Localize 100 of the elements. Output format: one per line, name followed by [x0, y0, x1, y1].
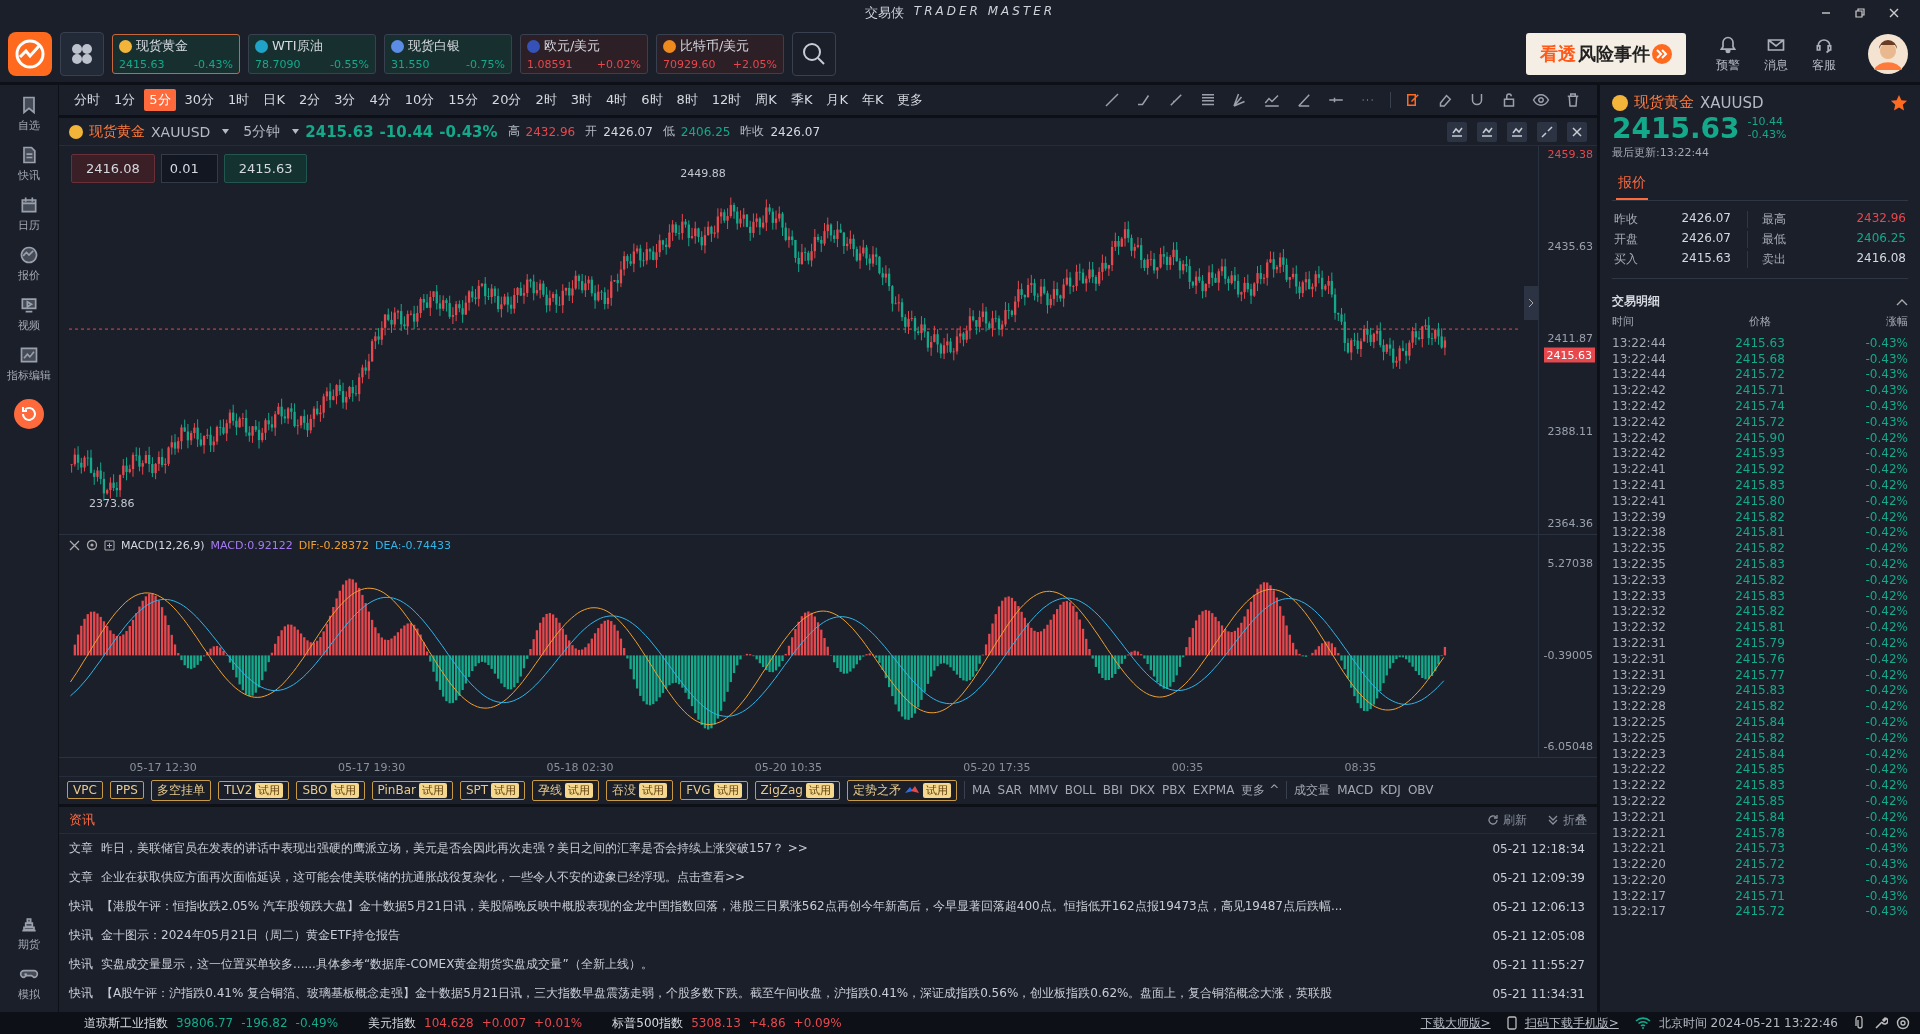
news-item[interactable]: 文章 企业在获取供应方面再次面临延误，这可能会使美联储的抗通胀战役复杂化，一些令人不安的迹象已经浮现。点击查看>> 05-21 12:09:39: [59, 863, 1597, 892]
indicator-tag[interactable]: 吞没 试用: [606, 779, 674, 801]
close-icon[interactable]: [1888, 7, 1900, 19]
indicator-link[interactable]: 更多 ^: [1241, 781, 1280, 799]
search-button[interactable]: [792, 32, 836, 76]
period-tab[interactable]: 周K: [750, 89, 782, 111]
indicator-tag[interactable]: VPC: [67, 781, 103, 800]
chart-option-icon[interactable]: [1477, 121, 1497, 142]
period-tab[interactable]: 8时: [671, 89, 703, 111]
period-tab[interactable]: 分时: [69, 89, 105, 111]
period-tab[interactable]: 2时: [530, 89, 562, 111]
period-tab[interactable]: 2分: [293, 89, 326, 111]
symbol-code[interactable]: XAUUSD: [151, 123, 211, 140]
indicator-tag[interactable]: PinBar 试用: [371, 780, 453, 800]
news-item[interactable]: 文章 昨日，美联储官员在发表的讲话中表现出强硬的鹰派立场，美元是否会因此再次走强？美日之间的汇率是否会持续上涨突破157？ >> 05-21 12:18:34: [59, 834, 1597, 863]
period-tab[interactable]: 季K: [785, 89, 818, 111]
chart-tool-icon[interactable]: [1404, 91, 1422, 109]
chart-tool-icon[interactable]: [1532, 91, 1550, 109]
indicator-link[interactable]: OBV: [1407, 783, 1434, 798]
indicator-tag[interactable]: PPS: [109, 781, 144, 800]
attachment-icon[interactable]: [1854, 1016, 1866, 1030]
indicator-link[interactable]: MMV: [1028, 783, 1058, 798]
period-tab[interactable]: 1时: [223, 89, 255, 111]
lot-size-field[interactable]: 0.01: [160, 154, 218, 184]
expand-icon[interactable]: [104, 539, 115, 551]
caret-icon[interactable]: [292, 129, 300, 135]
news-item[interactable]: 快讯 【A股午评：沪指跌0.41% 复合铜箔、玻璃基板概念走强】金十数据5月21日讯，三大指数早盘震荡走弱，个股多数下跌。截至午间收盘，沪指跌0.41%，深证成指跌0.56%，创业板指跌0.62%。盘面上，复合铜箔概念大涨，英联股 05-21 11:34:31: [59, 979, 1597, 1008]
indicator-link[interactable]: 成交量: [1294, 781, 1331, 799]
period-tab[interactable]: 4时: [600, 89, 633, 111]
mobile-download-link[interactable]: 扫码下载手机版>: [1524, 1014, 1619, 1032]
news-item[interactable]: 快讯 实盘成交量显示，这一位置买单较多......具体参考“数据库-COMEX黄金期货实盘成交量”（全新上线）。 05-21 11:55:27: [59, 950, 1597, 979]
toolbar-button[interactable]: 消息: [1756, 34, 1796, 74]
sidebar-item[interactable]: 视频: [18, 295, 40, 333]
quote-card[interactable]: 欧元/美元 1.08591 +0.02%: [520, 34, 648, 74]
indicator-link[interactable]: KDJ: [1380, 783, 1401, 798]
period-tab[interactable]: 年K: [856, 89, 889, 111]
period-tab[interactable]: 30分: [179, 89, 220, 111]
period-tab[interactable]: 4分: [364, 89, 396, 111]
caret-icon[interactable]: [222, 129, 230, 135]
sidebar-item[interactable]: 报价: [18, 245, 40, 283]
chart-option-icon[interactable]: [1537, 121, 1557, 142]
chart-option-icon[interactable]: [1447, 121, 1467, 142]
wrench-icon[interactable]: [1874, 1016, 1888, 1030]
indicator-link[interactable]: BOLL: [1064, 783, 1096, 798]
indicator-tag[interactable]: SBO 试用: [296, 780, 365, 800]
period-tab[interactable]: 3分: [329, 89, 361, 111]
star-icon[interactable]: [1890, 93, 1908, 112]
chart-option-icon[interactable]: [1507, 121, 1527, 142]
indicator-link[interactable]: BBI: [1102, 783, 1123, 798]
period-tab[interactable]: 6时: [636, 89, 668, 111]
drawing-tool-icon[interactable]: [1103, 91, 1121, 109]
period-tab[interactable]: 日K: [258, 89, 290, 111]
close-icon[interactable]: [69, 539, 80, 551]
indicator-tag[interactable]: 多空挂单: [150, 779, 211, 801]
sidebar-item[interactable]: 自选: [18, 95, 40, 133]
indicator-link[interactable]: PBX: [1162, 783, 1186, 798]
apps-button[interactable]: [60, 32, 104, 76]
replay-icon[interactable]: [14, 399, 44, 429]
period-tab[interactable]: 1分: [109, 89, 141, 111]
indicator-link[interactable]: MA: [972, 783, 991, 798]
period-tab[interactable]: 3时: [565, 89, 597, 111]
sidebar-item[interactable]: 日历: [18, 195, 40, 233]
indicator-link[interactable]: EXPMA: [1192, 783, 1235, 798]
buy-price-button[interactable]: 2415.63: [223, 154, 308, 184]
collapse-icon[interactable]: [1896, 297, 1908, 306]
indicator-tag[interactable]: 定势之矛 试用: [847, 779, 957, 801]
app-logo-icon[interactable]: [8, 32, 52, 76]
indicator-link[interactable]: SAR: [997, 783, 1022, 798]
indicator-tag[interactable]: ZigZag 试用: [754, 780, 840, 800]
promo-banner[interactable]: 看透风险事件: [1526, 33, 1686, 75]
collapse-button[interactable]: 折叠: [1547, 811, 1587, 829]
quote-card[interactable]: WTI原油 78.7090 -0.55%: [248, 34, 376, 74]
sidebar-item[interactable]: 快讯: [18, 145, 40, 183]
indicator-link[interactable]: MACD: [1337, 783, 1374, 798]
indicator-tag[interactable]: 孕线 试用: [532, 779, 600, 801]
period-tab[interactable]: 12时: [706, 89, 747, 111]
period-tab[interactable]: 月K: [821, 89, 853, 111]
quote-card[interactable]: 现货黄金 2415.63 -0.43%: [112, 34, 240, 74]
quote-tab[interactable]: 报价: [1616, 172, 1648, 200]
refresh-button[interactable]: 刷新: [1487, 811, 1527, 829]
toolbar-button[interactable]: 客服: [1804, 34, 1844, 74]
settings-icon[interactable]: [86, 539, 98, 552]
news-item[interactable]: 快讯 【港股午评：恒指收跌2.05% 汽车股领跌大盘】金十数据5月21日讯，美股隔晚反映中概股表现的金龙中国指数回落，港股三日累涨562点再创今年新高后，今早显著回落超400点。恒指低开162点报19473点，高见19487点后跌幅... 05-21 12:06:13: [59, 892, 1597, 921]
period-tab[interactable]: 15分: [443, 89, 483, 111]
indicator-link[interactable]: DKX: [1129, 783, 1156, 798]
indicator-tag[interactable]: SPT 试用: [460, 780, 526, 800]
avatar-icon[interactable]: [1868, 34, 1908, 74]
sidebar-item[interactable]: 模拟: [18, 964, 40, 1002]
period-tab[interactable]: 20分: [486, 89, 527, 111]
period-tab[interactable]: 10分: [399, 89, 440, 111]
period-tab[interactable]: 更多: [892, 89, 929, 111]
symbol-name[interactable]: 现货黄金: [89, 122, 145, 141]
news-item[interactable]: 快讯 金十图示：2024年05月21日（周二）黄金ETF持仓报告 05-21 12:05:08: [59, 921, 1597, 950]
sell-price-button[interactable]: 2416.08: [71, 154, 155, 184]
indicator-tag[interactable]: TLV2 试用: [217, 780, 290, 800]
restore-icon[interactable]: [1854, 7, 1866, 19]
quote-card[interactable]: 现货白银 31.550 -0.75%: [384, 34, 512, 74]
download-link[interactable]: 下载大师版>: [1420, 1014, 1491, 1032]
close-icon[interactable]: [1567, 121, 1587, 142]
indicator-tag[interactable]: FVG 试用: [680, 780, 748, 800]
